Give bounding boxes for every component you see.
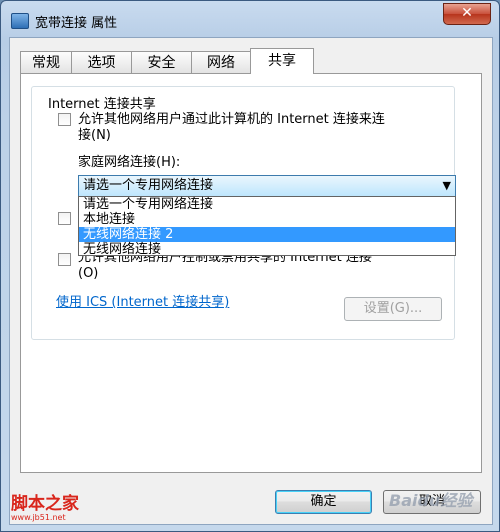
- watermark-logo-right: Baidu经验: [389, 491, 473, 510]
- allow-control-checkbox[interactable]: [58, 212, 71, 225]
- network-connection-icon: [11, 13, 29, 29]
- ics-group: Internet 连接共享 允许其他网络用户通过此计算机的 Internet 连…: [31, 86, 456, 340]
- sharing-panel: Internet 连接共享 允许其他网络用户通过此计算机的 Internet 连…: [20, 73, 482, 473]
- tab-sharing[interactable]: 共享: [250, 48, 314, 74]
- settings-button[interactable]: 设置(G)...: [344, 297, 442, 321]
- allow-control-label-line2: (O): [78, 266, 99, 281]
- watermark-url-left: www.jb51.net: [11, 513, 66, 522]
- close-button[interactable]: ✕: [443, 3, 491, 25]
- network-dropdown-list: 请选一个专用网络连接 本地连接 无线网络连接 2 无线网络连接: [78, 196, 456, 257]
- watermark-logo-left: 脚本之家: [11, 494, 79, 514]
- title-bar[interactable]: 宽带连接 属性 ✕: [1, 1, 499, 37]
- ok-button[interactable]: 确定: [275, 490, 372, 514]
- tab-options[interactable]: 选项: [71, 51, 132, 73]
- window-title: 宽带连接 属性: [35, 16, 118, 31]
- tab-networking[interactable]: 网络: [191, 51, 251, 73]
- tab-security[interactable]: 安全: [131, 51, 192, 73]
- home-network-label: 家庭网络连接(H):: [78, 155, 181, 170]
- ics-help-link[interactable]: 使用 ICS (Internet 连接共享): [56, 291, 229, 310]
- dialog-body: 常规 选项 安全 网络 共享 Internet 连接共享 允许其他网络用户通过此…: [9, 37, 493, 525]
- allow-sharing-label-line2: 接(N): [78, 128, 111, 143]
- extra-checkbox[interactable]: [58, 253, 71, 266]
- allow-sharing-checkbox[interactable]: [58, 113, 71, 126]
- allow-sharing-label-line1: 允许其他网络用户通过此计算机的 Internet 连接来连: [78, 112, 385, 127]
- dropdown-option[interactable]: 无线网络连接: [79, 242, 455, 257]
- tab-general[interactable]: 常规: [20, 51, 72, 73]
- home-network-selected: 请选一个专用网络连接: [83, 178, 214, 193]
- dropdown-option[interactable]: 请选一个专用网络连接: [79, 197, 455, 212]
- dropdown-option-highlighted[interactable]: 无线网络连接 2: [79, 227, 455, 242]
- home-network-select[interactable]: 请选一个专用网络连接 ▼: [78, 175, 456, 197]
- dropdown-option[interactable]: 本地连接: [79, 212, 455, 227]
- chevron-down-icon[interactable]: ▼: [443, 176, 451, 196]
- properties-window: 宽带连接 属性 ✕ 常规 选项 安全 网络 共享 Internet 连接共享 允…: [0, 0, 500, 532]
- group-title: Internet 连接共享: [46, 93, 158, 112]
